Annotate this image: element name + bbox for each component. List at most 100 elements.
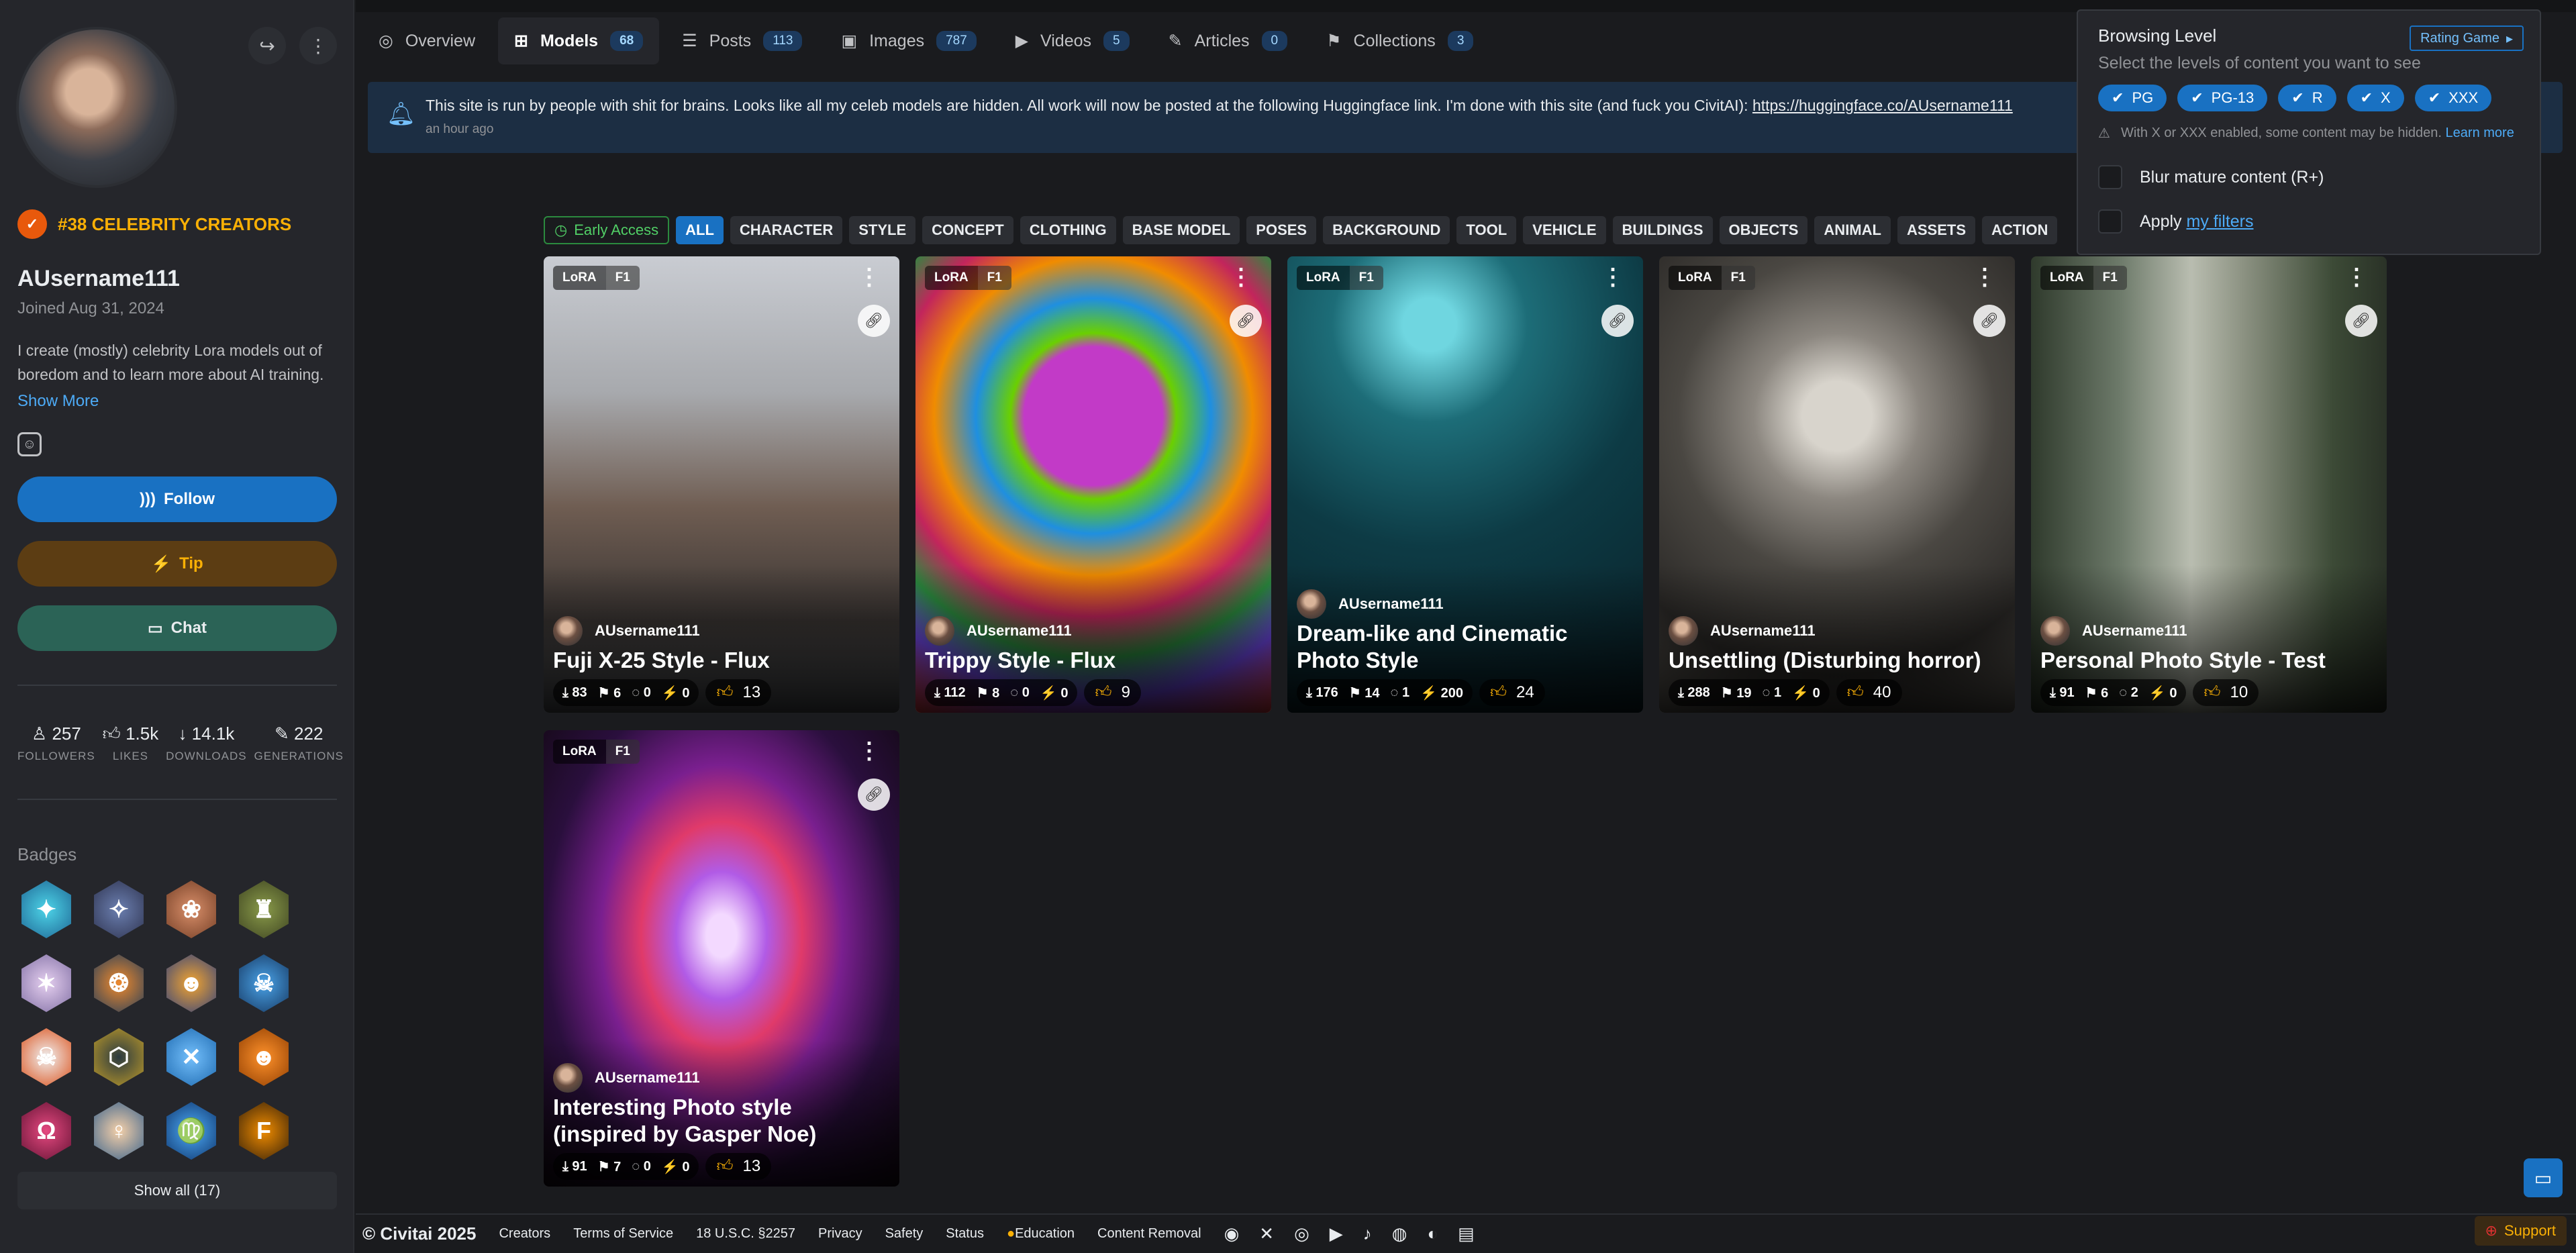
- footer-link-education[interactable]: ●Education: [1007, 1226, 1075, 1242]
- card-menu-icon[interactable]: ⋮: [1601, 266, 1624, 289]
- filter-chip[interactable]: CHARACTER: [730, 216, 843, 244]
- badge-icon[interactable]: Ω: [21, 1102, 71, 1160]
- badge-icon[interactable]: ⬡: [94, 1028, 144, 1086]
- tab-articles[interactable]: ✎ Articles 0: [1152, 17, 1304, 64]
- badge-icon[interactable]: ☠: [239, 954, 289, 1012]
- blur-mature-checkbox[interactable]: Blur mature content (R+): [2098, 165, 2324, 189]
- chat-fab-button[interactable]: ▭: [2524, 1158, 2563, 1197]
- tiktok-icon[interactable]: ♪: [1363, 1223, 1372, 1244]
- filter-chip[interactable]: OBJECTS: [1719, 216, 1808, 244]
- filter-chip[interactable]: CLOTHING: [1020, 216, 1116, 244]
- model-card[interactable]: LoRA F1 ⋮ 🔗︎ AUsername111 Fuji X-25 Style…: [544, 256, 899, 713]
- model-card[interactable]: LoRA F1 ⋮ 🔗︎ AUsername111 Unsettling (Dis…: [1659, 256, 2015, 713]
- badge-icon[interactable]: ❀: [166, 881, 216, 938]
- footer-link[interactable]: Safety: [885, 1226, 924, 1242]
- badge-icon[interactable]: ♍: [166, 1102, 216, 1160]
- card-menu-icon[interactable]: ⋮: [2345, 266, 2368, 289]
- badge-icon[interactable]: ♜: [239, 881, 289, 938]
- filter-chip[interactable]: ACTION: [1982, 216, 2058, 244]
- filter-chip[interactable]: BASE MODEL: [1122, 216, 1240, 244]
- card-creator[interactable]: AUsername111: [1669, 616, 1816, 646]
- tab-overview[interactable]: ◎ Overview: [362, 17, 491, 64]
- tab-videos[interactable]: ▶ Videos 5: [999, 17, 1146, 64]
- filter-chip[interactable]: ALL: [676, 216, 724, 244]
- discord-icon[interactable]: ◉: [1224, 1223, 1240, 1244]
- chat-button[interactable]: ▭ Chat: [17, 605, 337, 651]
- badge-icon[interactable]: ♀: [94, 1102, 144, 1160]
- footer-link[interactable]: Status: [946, 1226, 984, 1242]
- level-toggle-x[interactable]: ✔ X: [2346, 85, 2404, 111]
- tab-images[interactable]: ▣ Images 787: [825, 17, 992, 64]
- huggingface-link[interactable]: https://huggingface.co/AUsername111: [1752, 97, 2013, 114]
- card-creator[interactable]: AUsername111: [553, 1063, 700, 1093]
- card-menu-icon[interactable]: ⋮: [1973, 266, 1996, 289]
- badge-icon[interactable]: ❂: [94, 954, 144, 1012]
- apply-filters-checkbox[interactable]: Apply my filters: [2098, 209, 2254, 234]
- show-all-badges-button[interactable]: Show all (17): [17, 1172, 337, 1209]
- model-card[interactable]: LoRA F1 ⋮ 🔗︎ AUsername111 Personal Photo …: [2031, 256, 2387, 713]
- badge-icon[interactable]: ☠: [21, 1028, 71, 1086]
- link-icon[interactable]: 🔗︎: [1973, 305, 2005, 337]
- card-creator[interactable]: AUsername111: [553, 616, 700, 646]
- tip-button[interactable]: ⚡ Tip: [17, 541, 337, 587]
- tab-models[interactable]: ⊞ Models 68: [498, 17, 660, 64]
- rating-game-button[interactable]: Rating Game ▸: [2410, 26, 2524, 51]
- model-card[interactable]: LoRA F1 ⋮ 🔗︎ AUsername111 Interesting Pho…: [544, 730, 899, 1187]
- follow-button[interactable]: ))) Follow: [17, 477, 337, 522]
- card-menu-icon[interactable]: ⋮: [858, 740, 881, 762]
- more-options-button[interactable]: ⋮: [299, 27, 337, 64]
- checkbox[interactable]: [2098, 209, 2122, 234]
- my-filters-link[interactable]: my filters: [2187, 212, 2254, 231]
- model-card[interactable]: LoRA F1 ⋮ 🔗︎ AUsername111 Trippy Style - …: [915, 256, 1271, 713]
- filter-chip[interactable]: BUILDINGS: [1612, 216, 1713, 244]
- learn-more-link[interactable]: Learn more: [2446, 126, 2514, 140]
- model-card[interactable]: LoRA F1 ⋮ 🔗︎ AUsername111 Dream-like and …: [1287, 256, 1643, 713]
- card-menu-icon[interactable]: ⋮: [858, 266, 881, 289]
- filter-chip[interactable]: TOOL: [1456, 216, 1517, 244]
- badge-icon[interactable]: ☻: [239, 1028, 289, 1086]
- filter-chip[interactable]: VEHICLE: [1523, 216, 1606, 244]
- tab-posts[interactable]: ☰ Posts 113: [666, 17, 818, 64]
- link-icon[interactable]: 🔗︎: [858, 305, 890, 337]
- avatar[interactable]: [16, 27, 177, 188]
- reddit-icon[interactable]: ◍: [1392, 1223, 1407, 1244]
- footer-link[interactable]: Creators: [499, 1226, 550, 1242]
- link-icon[interactable]: 🔗︎: [858, 779, 890, 811]
- creator-rank[interactable]: ✓ #38 CELEBRITY CREATORS: [17, 209, 291, 239]
- twitch-icon[interactable]: ▤: [1458, 1223, 1475, 1244]
- footer-link[interactable]: Privacy: [818, 1226, 862, 1242]
- filter-chip[interactable]: ASSETS: [1897, 216, 1975, 244]
- footer-link[interactable]: Terms of Service: [573, 1226, 673, 1242]
- filter-chip[interactable]: ANIMAL: [1814, 216, 1891, 244]
- badge-icon[interactable]: ✕: [166, 1028, 216, 1086]
- badge-icon[interactable]: ✶: [21, 954, 71, 1012]
- filter-chip[interactable]: STYLE: [849, 216, 916, 244]
- footer-link[interactable]: Content Removal: [1097, 1226, 1201, 1242]
- early-access-filter[interactable]: ◷ Early Access: [544, 216, 670, 244]
- github-icon[interactable]: ◐: [1427, 1223, 1438, 1244]
- card-creator[interactable]: AUsername111: [925, 616, 1072, 646]
- tab-collections[interactable]: ⚑ Collections 3: [1310, 17, 1489, 64]
- level-toggle-pg[interactable]: ✔ PG: [2098, 85, 2167, 111]
- filter-chip[interactable]: POSES: [1246, 216, 1317, 244]
- card-menu-icon[interactable]: ⋮: [1230, 266, 1252, 289]
- link-icon[interactable]: 🔗︎: [2345, 305, 2377, 337]
- badge-icon[interactable]: ✦: [21, 881, 71, 938]
- badge-icon[interactable]: F: [239, 1102, 289, 1160]
- checkbox[interactable]: [2098, 165, 2122, 189]
- footer-link[interactable]: 18 U.S.C. §2257: [696, 1226, 795, 1242]
- badge-icon[interactable]: ☻: [166, 954, 216, 1012]
- share-button[interactable]: ↪: [248, 27, 286, 64]
- filter-chip[interactable]: CONCEPT: [922, 216, 1013, 244]
- youtube-icon[interactable]: ▶: [1330, 1223, 1343, 1244]
- card-creator[interactable]: AUsername111: [2040, 616, 2187, 646]
- badge-icon[interactable]: ✧: [94, 881, 144, 938]
- link-icon[interactable]: 🔗︎: [1230, 305, 1262, 337]
- level-toggle-r[interactable]: ✔ R: [2278, 85, 2336, 111]
- support-button[interactable]: ⊕ Support: [2474, 1216, 2567, 1246]
- show-more-link[interactable]: Show More: [17, 392, 99, 411]
- level-toggle-pg13[interactable]: ✔ PG-13: [2177, 85, 2268, 111]
- x-icon[interactable]: ✕: [1259, 1223, 1274, 1244]
- link-icon[interactable]: 🔗︎: [1601, 305, 1634, 337]
- instagram-icon[interactable]: ◎: [1294, 1223, 1309, 1244]
